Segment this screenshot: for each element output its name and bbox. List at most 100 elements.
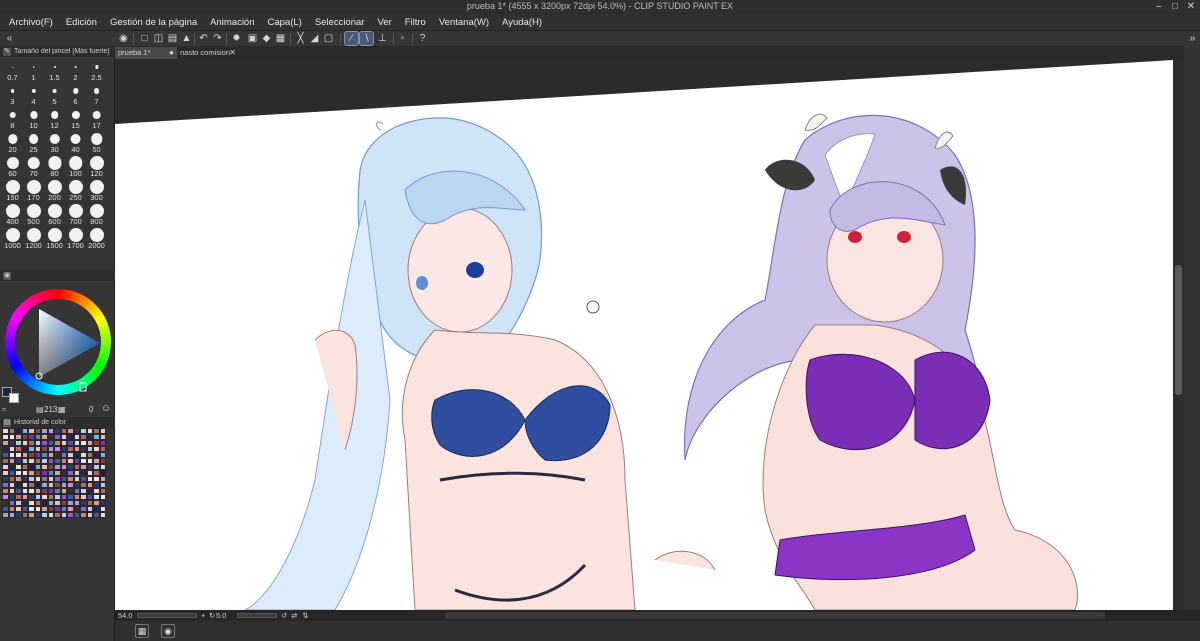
grid-snap-icon[interactable]: ⊥ bbox=[376, 32, 389, 45]
menu-ver[interactable]: Ver bbox=[377, 17, 391, 28]
clip-studio-icon[interactable]: ◉ bbox=[117, 32, 130, 45]
tab-prueba[interactable]: prueba 1* ● bbox=[115, 47, 177, 59]
new-file-icon[interactable]: □ bbox=[138, 32, 151, 45]
brush-size-option[interactable]: 1500 bbox=[44, 226, 65, 250]
transform-icon[interactable]: ▦ bbox=[274, 32, 287, 45]
brush-size-option[interactable]: 80 bbox=[44, 154, 65, 178]
fill-icon[interactable]: ◆ bbox=[260, 32, 273, 45]
smile-icon[interactable]: ☺ bbox=[101, 403, 111, 414]
brush-size-option[interactable]: 70 bbox=[23, 154, 44, 178]
brush-size-option[interactable]: 2000 bbox=[86, 226, 107, 250]
tab-close-icon[interactable]: ✕ bbox=[229, 47, 236, 59]
tab-nasto-comision[interactable]: nasto comision ✕ bbox=[177, 47, 239, 59]
brush-size-option[interactable]: 12 bbox=[44, 106, 65, 130]
brush-size-option[interactable]: 500 bbox=[23, 202, 44, 226]
brush-size-panel-icon[interactable]: ✎ bbox=[3, 47, 11, 56]
brush-size-option[interactable]: 400 bbox=[2, 202, 23, 226]
canvas-page[interactable] bbox=[115, 60, 1173, 610]
brush-size-option[interactable]: 200 bbox=[44, 178, 65, 202]
brush-size-option[interactable]: 1.5 bbox=[44, 58, 65, 82]
brush-size-option[interactable]: 1 bbox=[23, 58, 44, 82]
brush-size-option[interactable]: 25 bbox=[23, 130, 44, 154]
brush-size-option[interactable]: 700 bbox=[65, 202, 86, 226]
zoom-slider[interactable] bbox=[137, 613, 197, 618]
fit-page-icon[interactable]: ▦ bbox=[135, 624, 149, 638]
menu-gestion-pagina[interactable]: Gestión de la página bbox=[110, 17, 197, 28]
brush-size-option[interactable]: 0.7 bbox=[2, 58, 23, 82]
brush-size-option[interactable]: 1700 bbox=[65, 226, 86, 250]
brush-size-option[interactable]: 1200 bbox=[23, 226, 44, 250]
brush-size-option[interactable]: 2 bbox=[65, 58, 86, 82]
canvas-workspace[interactable] bbox=[115, 60, 1173, 610]
rotate-icon[interactable]: ↻ bbox=[209, 611, 215, 620]
brush-size-option[interactable]: 60 bbox=[2, 154, 23, 178]
brush-size-option[interactable]: 7 bbox=[86, 82, 107, 106]
invert-icon[interactable]: ▢ bbox=[322, 32, 335, 45]
transparent-icon[interactable]: ≈ bbox=[2, 405, 6, 414]
brush-size-option[interactable]: 100 bbox=[65, 154, 86, 178]
menu-ventana[interactable]: Ventana(W) bbox=[439, 17, 489, 28]
menu-filtro[interactable]: Filtro bbox=[405, 17, 426, 28]
menu-archivo[interactable]: Archivo(F) bbox=[9, 17, 53, 28]
horizontal-scrollbar[interactable] bbox=[445, 612, 1105, 619]
brush-size-option[interactable]: 10 bbox=[23, 106, 44, 130]
special-ruler-snap-icon[interactable]: ∖ bbox=[359, 31, 374, 46]
menu-seleccionar[interactable]: Seleccionar bbox=[315, 17, 365, 28]
reset-rotation-icon[interactable]: ↺ bbox=[281, 611, 287, 620]
right-collapsed-panel[interactable] bbox=[1184, 46, 1200, 610]
menu-animacion[interactable]: Animación bbox=[210, 17, 254, 28]
brush-size-option[interactable]: 150 bbox=[2, 178, 23, 202]
brush-size-option[interactable]: 17 bbox=[86, 106, 107, 130]
crop-icon[interactable]: ◢ bbox=[308, 32, 321, 45]
clear-icon[interactable]: ▣ bbox=[246, 32, 259, 45]
brush-size-option[interactable]: 15 bbox=[65, 106, 86, 130]
maximize-icon[interactable]: □ bbox=[1168, 1, 1182, 13]
brush-size-option[interactable]: 40 bbox=[65, 130, 86, 154]
brush-size-option[interactable]: 170 bbox=[23, 178, 44, 202]
collapse-left-icon[interactable]: « bbox=[3, 32, 16, 45]
help-icon[interactable]: ? bbox=[416, 32, 429, 45]
color-history-tab-icon[interactable]: ▤ bbox=[3, 418, 11, 427]
brush-size-option[interactable]: 600 bbox=[44, 202, 65, 226]
flip-vertical-icon[interactable]: ⇅ bbox=[302, 611, 308, 620]
brush-size-option[interactable]: 30 bbox=[44, 130, 65, 154]
menu-capa[interactable]: Capa(L) bbox=[268, 17, 302, 28]
close-icon[interactable]: ✕ bbox=[1184, 1, 1198, 13]
redo-icon[interactable]: ↷ bbox=[211, 32, 224, 45]
brush-size-option[interactable]: 4 bbox=[23, 82, 44, 106]
zoom-readout[interactable]: 54.0 bbox=[118, 611, 133, 620]
tab-prueba-modified-icon[interactable]: ● bbox=[169, 47, 174, 59]
brush-size-option[interactable]: 250 bbox=[65, 178, 86, 202]
brush-size-option[interactable]: 50 bbox=[86, 130, 107, 154]
color-wheel-tab-icon[interactable]: ◉ bbox=[3, 271, 11, 280]
rotation-slider[interactable] bbox=[237, 613, 277, 618]
menu-ayuda[interactable]: Ayuda(H) bbox=[502, 17, 542, 28]
brush-size-option[interactable]: 6 bbox=[65, 82, 86, 106]
brush-size-option[interactable]: 800 bbox=[86, 202, 107, 226]
save-icon[interactable]: ▤ bbox=[166, 32, 179, 45]
flip-horizontal-icon[interactable]: ⇄ bbox=[291, 611, 297, 620]
canvas-view[interactable] bbox=[115, 60, 1173, 610]
brush-size-option[interactable]: 8 bbox=[2, 106, 23, 130]
collapse-right-icon[interactable]: » bbox=[1186, 32, 1199, 45]
vertical-scroll-thumb[interactable] bbox=[1175, 265, 1182, 395]
saturation-triangle[interactable] bbox=[2, 287, 113, 397]
sub-color-swatch[interactable] bbox=[9, 393, 19, 403]
zoom-in-icon[interactable]: + bbox=[201, 611, 205, 620]
ruler-snap-icon[interactable]: ∕ bbox=[344, 31, 359, 46]
color-wheel[interactable] bbox=[2, 287, 113, 397]
export-icon[interactable]: ▲ bbox=[180, 32, 193, 45]
brush-size-option[interactable]: 1000 bbox=[2, 226, 23, 250]
undo-icon[interactable]: ↶ bbox=[197, 32, 210, 45]
vertical-scrollbar[interactable] bbox=[1173, 60, 1184, 610]
tablet-icon[interactable]: ▫ bbox=[396, 32, 409, 45]
open-file-icon[interactable]: ◫ bbox=[152, 32, 165, 45]
brush-size-option[interactable]: 5 bbox=[44, 82, 65, 106]
navigator-icon[interactable]: ◉ bbox=[161, 624, 175, 638]
brush-size-option[interactable]: 300 bbox=[86, 178, 107, 202]
color-history-swatch[interactable] bbox=[99, 512, 106, 518]
deselect-icon[interactable]: ╳ bbox=[294, 32, 307, 45]
brush-size-option[interactable]: 120 bbox=[86, 154, 107, 178]
brush-size-option[interactable]: 2.5 bbox=[86, 58, 107, 82]
brush-size-option[interactable]: 20 bbox=[2, 130, 23, 154]
